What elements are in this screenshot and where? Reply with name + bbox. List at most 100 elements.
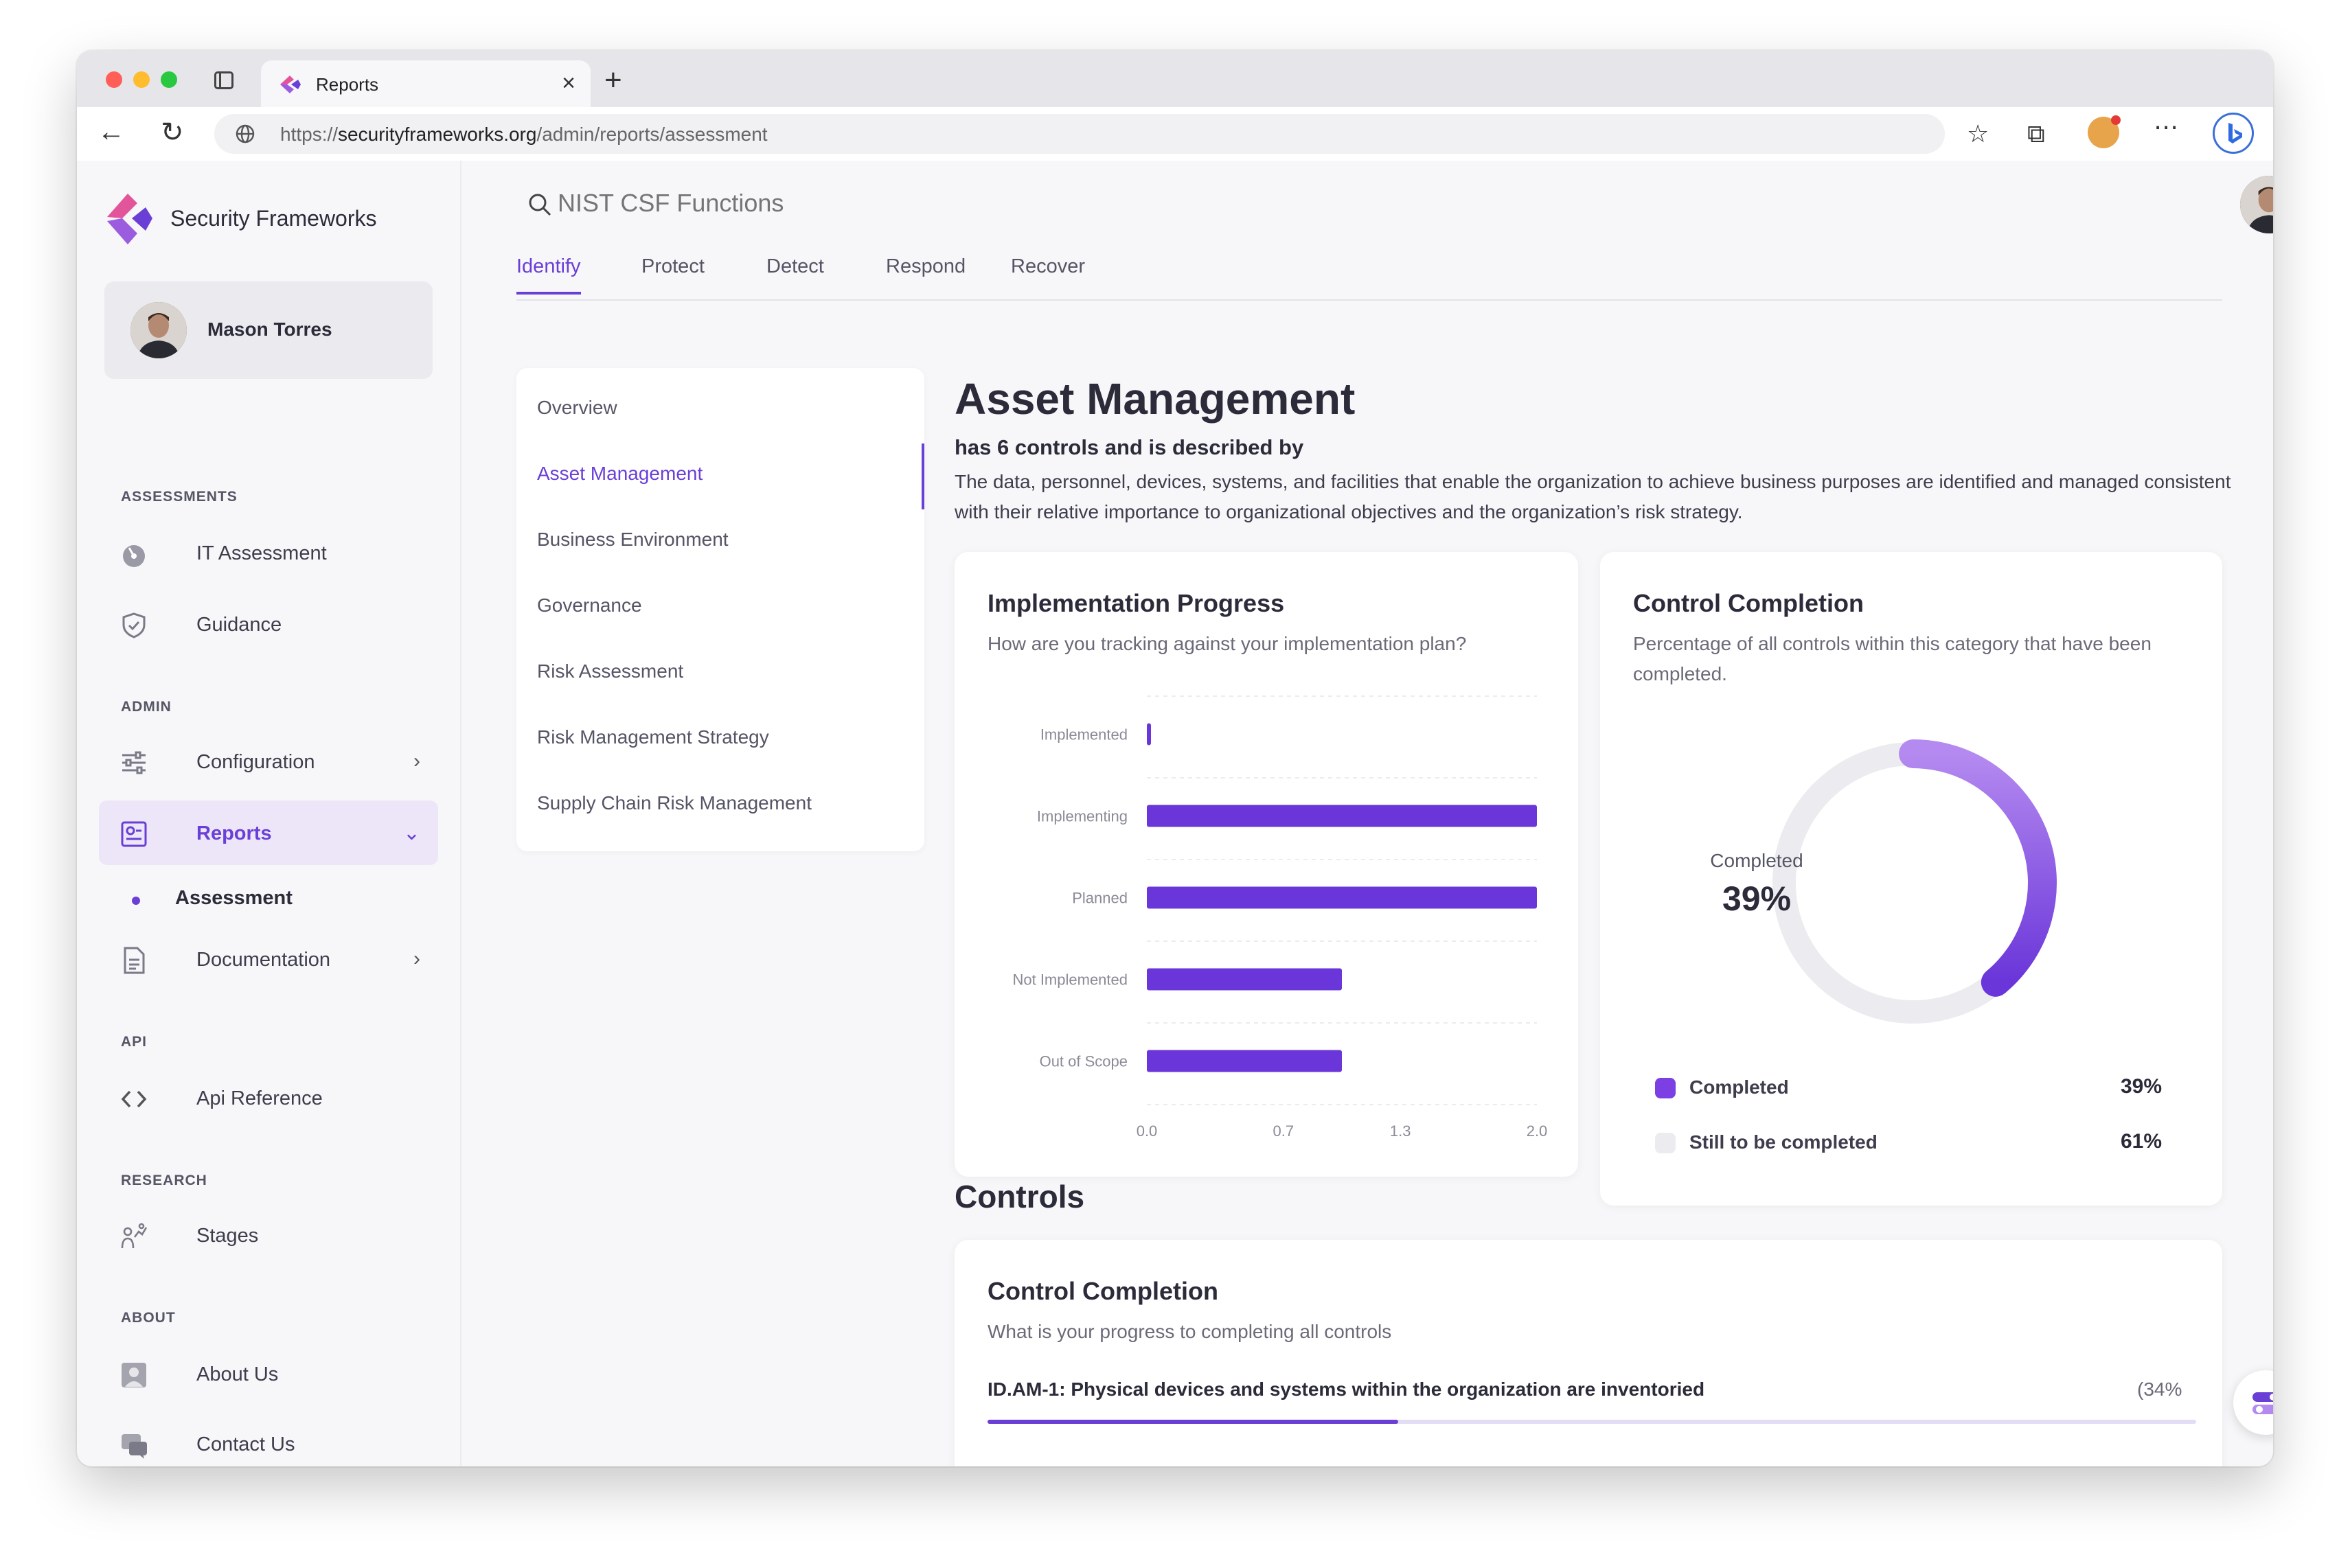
avatar: [130, 302, 187, 358]
card-title: Control Completion: [988, 1277, 1218, 1305]
subnav-item-asset-management[interactable]: Asset Management: [537, 463, 703, 485]
reload-icon[interactable]: ↻: [161, 117, 184, 148]
tab-title: Reports: [316, 74, 379, 95]
donut-center-label: Completed: [1710, 850, 1803, 871]
category-subnav: Overview Asset Management Business Envir…: [516, 368, 924, 851]
active-indicator: [922, 443, 924, 509]
bar-planned: [1147, 886, 1537, 909]
tab-strip: Reports × +: [77, 51, 2273, 107]
extension-icon[interactable]: [2088, 115, 2121, 148]
x-tick-label: 0.0: [1137, 1122, 1158, 1140]
control-row-percent: (34%: [2137, 1379, 2182, 1400]
user-card[interactable]: Mason Torres: [104, 281, 433, 379]
globe-icon: [236, 124, 255, 143]
page-title: Asset Management: [955, 374, 1356, 424]
tab-close-icon[interactable]: ×: [562, 70, 575, 97]
avatar[interactable]: [2240, 176, 2273, 233]
copilot-icon[interactable]: [2213, 113, 2254, 154]
controls-heading: Controls: [955, 1179, 1085, 1214]
assistant-fab-button[interactable]: [2233, 1370, 2273, 1435]
tab-respond[interactable]: Respond: [886, 255, 966, 292]
control-progress-fill: [988, 1420, 1399, 1424]
tab-detect[interactable]: Detect: [766, 255, 824, 292]
legend-label-remaining: Still to be completed: [1689, 1131, 1878, 1153]
favorites-icon[interactable]: ☆: [1967, 119, 1989, 148]
subnav-item-risk-assessment[interactable]: Risk Assessment: [537, 660, 683, 682]
more-menu-icon[interactable]: ⋯: [2154, 113, 2178, 141]
sidebar-item-contact-us[interactable]: Contact Us: [99, 1411, 438, 1466]
subnav-item-risk-management-strategy[interactable]: Risk Management Strategy: [537, 726, 769, 748]
close-window-button[interactable]: [106, 71, 122, 88]
brand-logo-icon: [107, 194, 152, 244]
new-tab-icon[interactable]: +: [604, 63, 622, 97]
implementation-bar-chart: Implemented Implementing Planned Not Implem…: [1012, 695, 1548, 1140]
gauge-icon: [123, 545, 145, 567]
control-progress-bar: [988, 1420, 2196, 1424]
chevron-down-icon: ⌄: [402, 822, 420, 844]
app: Security Frameworks Mason Torres ASSESSM…: [77, 161, 2273, 1466]
section-label-about: ABOUT: [121, 1310, 176, 1326]
maximize-window-button[interactable]: [161, 71, 177, 88]
sidebar-toggle-icon[interactable]: [214, 71, 233, 89]
url-text: https://securityframeworks.org/admin/rep…: [280, 124, 768, 145]
tab-protect[interactable]: Protect: [641, 255, 705, 292]
minimize-window-button[interactable]: [133, 71, 150, 88]
collections-icon[interactable]: ⧉: [2027, 119, 2045, 149]
legend-value-remaining: 61%: [2121, 1130, 2163, 1153]
subnav-item-overview[interactable]: Overview: [537, 397, 617, 419]
document-icon: [124, 947, 145, 974]
address-bar: ← ↻ https://securityframeworks.org/admin…: [77, 107, 2273, 162]
shield-check-icon: [122, 612, 146, 638]
bar-out-of-scope: [1147, 1050, 1342, 1072]
donut-slice-completed: [1899, 739, 2057, 997]
legend-label-completed: Completed: [1689, 1076, 1789, 1098]
brand-name: Security Frameworks: [170, 206, 377, 231]
main-content: Identify Protect Detect Respond Recover …: [460, 161, 2273, 1466]
x-tick-label: 2.0: [1527, 1122, 1548, 1140]
browser-window: Reports × + ← ↻ https://securityframewor…: [77, 51, 2273, 1466]
function-tabs: Identify Protect Detect Respond Recover: [516, 243, 2222, 301]
tab-identify[interactable]: Identify: [516, 255, 581, 295]
tab-recover[interactable]: Recover: [1011, 255, 1085, 292]
person-card-icon: [122, 1363, 146, 1387]
sidebar-item-documentation[interactable]: Documentation ›: [99, 927, 438, 991]
toggle-icon: [2252, 1392, 2273, 1414]
sidebar-item-assessment[interactable]: Assessment: [175, 887, 293, 910]
sidebar-item-api-reference[interactable]: Api Reference: [99, 1065, 438, 1130]
implementation-progress-card: Implementation Progress How are you trac…: [955, 552, 1578, 1177]
chart-person-icon: [121, 1223, 148, 1249]
legend-value-completed: 39%: [2121, 1075, 2163, 1098]
y-tick-label: Implementing: [1037, 808, 1128, 825]
legend-swatch-completed: [1655, 1078, 1676, 1098]
url-field[interactable]: https://securityframeworks.org/admin/rep…: [214, 114, 1945, 154]
sidebar-item-about-us[interactable]: About Us: [99, 1341, 438, 1406]
page-subtitle: has 6 controls and is described by: [955, 435, 1304, 459]
y-tick-label: Implemented: [1040, 726, 1128, 743]
back-arrow-icon[interactable]: ←: [98, 117, 125, 148]
bar-implemented: [1147, 723, 1151, 746]
report-icon: [121, 821, 147, 847]
chat-icon: [122, 1434, 147, 1459]
donut-center-value: 39%: [1722, 879, 1792, 918]
subnav-item-supply-chain-risk-management[interactable]: Supply Chain Risk Management: [537, 792, 812, 814]
sidebar-item-guidance[interactable]: Guidance: [99, 592, 438, 656]
sidebar-item-stages[interactable]: Stages: [99, 1203, 438, 1267]
sidebar-item-configuration[interactable]: Configuration ›: [99, 729, 438, 794]
section-label-admin: ADMIN: [121, 699, 172, 715]
sidebar-item-reports[interactable]: Reports ⌄: [99, 800, 438, 865]
control-completion-card: Control Completion Percentage of all con…: [1600, 552, 2222, 1206]
subnav-item-governance[interactable]: Governance: [537, 595, 642, 616]
section-label-api: API: [121, 1034, 148, 1050]
active-dot-icon: [132, 897, 140, 905]
control-row-label: ID.AM-1: Physical devices and systems wi…: [988, 1379, 1705, 1400]
chevron-right-icon: ›: [413, 947, 420, 970]
search-input[interactable]: [556, 185, 971, 221]
search-icon: [529, 194, 551, 216]
section-label-assessments: ASSESSMENTS: [121, 489, 238, 505]
sliders-icon: [122, 751, 146, 774]
sidebar-item-it-assessment[interactable]: IT Assessment: [99, 520, 438, 585]
card-subtitle: What is your progress to completing all …: [988, 1321, 1392, 1342]
subnav-item-business-environment[interactable]: Business Environment: [537, 529, 729, 551]
x-tick-label: 0.7: [1273, 1122, 1294, 1140]
browser-tab[interactable]: Reports ×: [261, 60, 591, 107]
